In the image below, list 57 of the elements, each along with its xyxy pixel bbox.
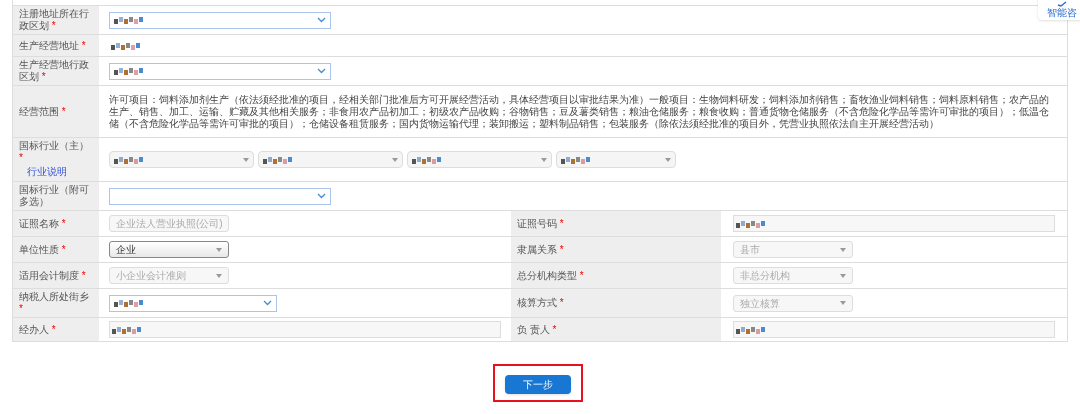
assistant-widget[interactable]: 智能咨 — [1038, 0, 1080, 20]
field-label: 核算方式 * — [517, 297, 565, 309]
dropdown-field[interactable] — [109, 62, 331, 80]
field-label: 负 责人 * — [517, 323, 558, 336]
chevron-down-icon — [317, 17, 326, 23]
redaction-drawing — [112, 325, 142, 334]
chevron-down-icon — [263, 300, 272, 306]
field-label: 国标行业（附可多选） — [19, 184, 90, 208]
industry-select[interactable] — [258, 151, 403, 168]
input-field[interactable] — [733, 321, 1055, 338]
industry-select[interactable] — [407, 151, 552, 168]
dropdown-field[interactable] — [109, 187, 331, 205]
field-label: 总分机构类型 * — [517, 269, 585, 282]
industry-help-link[interactable]: 行业说明 — [19, 164, 93, 179]
caret-down-icon — [840, 247, 846, 252]
redaction-drawing — [736, 325, 766, 334]
check-icon — [1057, 1, 1067, 7]
caret-down-icon — [665, 157, 671, 162]
field-label: 注册地址所在行政区划 * — [19, 8, 90, 32]
redaction-drawing — [114, 67, 144, 75]
select-field[interactable]: 企业 — [109, 241, 229, 258]
redaction-drawing — [263, 155, 293, 164]
caret-down-icon — [840, 301, 846, 305]
field-label: 适用会计制度 * — [19, 269, 87, 282]
caret-down-icon — [216, 273, 222, 278]
field-label: 国标行业（主） * — [19, 140, 90, 164]
caret-down-icon — [392, 157, 398, 162]
caret-down-icon — [216, 247, 222, 252]
redaction-drawing — [412, 155, 442, 164]
chevron-down-icon — [317, 68, 326, 74]
redaction-drawing — [736, 219, 766, 228]
redaction-drawing — [114, 299, 144, 307]
chevron-down-icon — [317, 193, 326, 199]
caret-down-icon — [243, 157, 249, 162]
field-label: 证照名称 * — [19, 217, 67, 230]
next-button[interactable]: 下一步 — [505, 375, 571, 394]
redaction-drawing — [114, 16, 144, 24]
field-label: 生产经营地址 * — [19, 39, 87, 52]
field-label: 生产经营地行政区划 * — [19, 59, 90, 83]
industry-select[interactable] — [556, 151, 676, 168]
caret-down-icon — [840, 273, 846, 278]
field-label: 经办人 * — [19, 323, 57, 336]
redaction-drawing — [114, 155, 144, 164]
field-label: 纳税人所处街乡 * — [19, 291, 90, 315]
input-field[interactable] — [733, 215, 1055, 232]
input-field[interactable] — [109, 321, 501, 338]
redaction-drawing — [561, 155, 591, 164]
assistant-label: 智能咨 — [1047, 7, 1077, 18]
caret-down-icon — [541, 157, 547, 162]
field-label: 单位性质 * — [19, 243, 67, 256]
dropdown-field[interactable] — [109, 294, 277, 312]
industry-select[interactable] — [109, 151, 254, 168]
field-label: 经营范围 * — [19, 105, 67, 118]
field-label: 隶属关系 * — [517, 243, 565, 256]
dropdown-field[interactable] — [109, 11, 331, 29]
field-label: 证照号码 * — [517, 217, 565, 230]
business-scope-text: 许可项目：饲料添加剂生产（依法须经批准的项目，经相关部门批准后方可开展经营活动，具体经营项目以审批结果为准）一般项目：生物饲料研发；饲料添加剂销售；畜牧渔业饲料销售；饲料原料销售；农产品的生产、销售、加工、运输、贮藏及其他相关服务；非食用农产品初加工；初级农产品收购；谷物销售；豆及薯类销售；粮油仓储服务；粮食收购；普通货物仓储服务（不含危险化学品等需许可审批的项目）；低温仓储（不含危险化学品等需许可审批的项目）；仓储设备租赁服务；国内货物运输代理；装卸搬运；塑料制品销售；包装服务（除依法须经批准的项目外，凭营业执照依法自主开展经营活动） — [109, 93, 1050, 130]
